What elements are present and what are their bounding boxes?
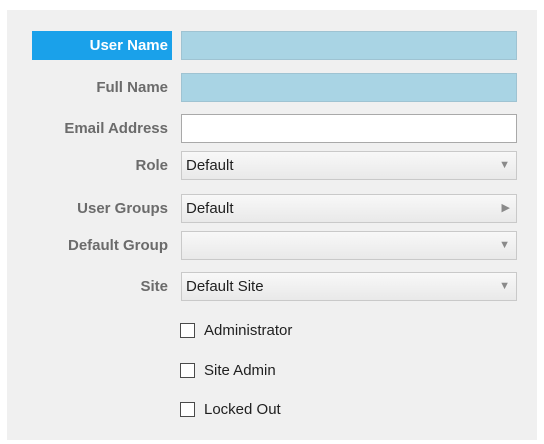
site-admin-checkbox[interactable]: [180, 363, 195, 378]
chevron-down-icon: ▼: [499, 280, 510, 292]
chevron-right-icon: ▶: [501, 202, 510, 214]
email-address-label: Email Address: [64, 120, 168, 137]
site-admin-label: Site Admin: [204, 362, 276, 379]
user-groups-value: Default: [186, 200, 234, 217]
site-label: Site: [140, 278, 168, 295]
site-dropdown[interactable]: Default Site ▼: [181, 272, 517, 301]
full-name-label: Full Name: [96, 79, 168, 96]
administrator-label: Administrator: [204, 322, 293, 339]
site-value: Default Site: [186, 278, 264, 295]
user-groups-selector[interactable]: Default ▶: [181, 194, 517, 223]
user-name-input[interactable]: [181, 31, 517, 60]
chevron-down-icon: ▼: [499, 159, 510, 171]
user-groups-label: User Groups: [77, 200, 168, 217]
default-group-dropdown[interactable]: ▼: [181, 231, 517, 260]
role-label: Role: [135, 157, 168, 174]
email-address-input[interactable]: [181, 114, 517, 143]
chevron-down-icon: ▼: [499, 239, 510, 251]
role-value: Default: [186, 157, 234, 174]
default-group-label: Default Group: [68, 237, 168, 254]
administrator-checkbox[interactable]: [180, 323, 195, 338]
full-name-input[interactable]: [181, 73, 517, 102]
user-form-panel: User Name Full Name Email Address Role D…: [7, 10, 537, 440]
locked-out-checkbox[interactable]: [180, 402, 195, 417]
role-dropdown[interactable]: Default ▼: [181, 151, 517, 180]
locked-out-label: Locked Out: [204, 401, 281, 418]
user-name-label: User Name: [32, 31, 172, 60]
